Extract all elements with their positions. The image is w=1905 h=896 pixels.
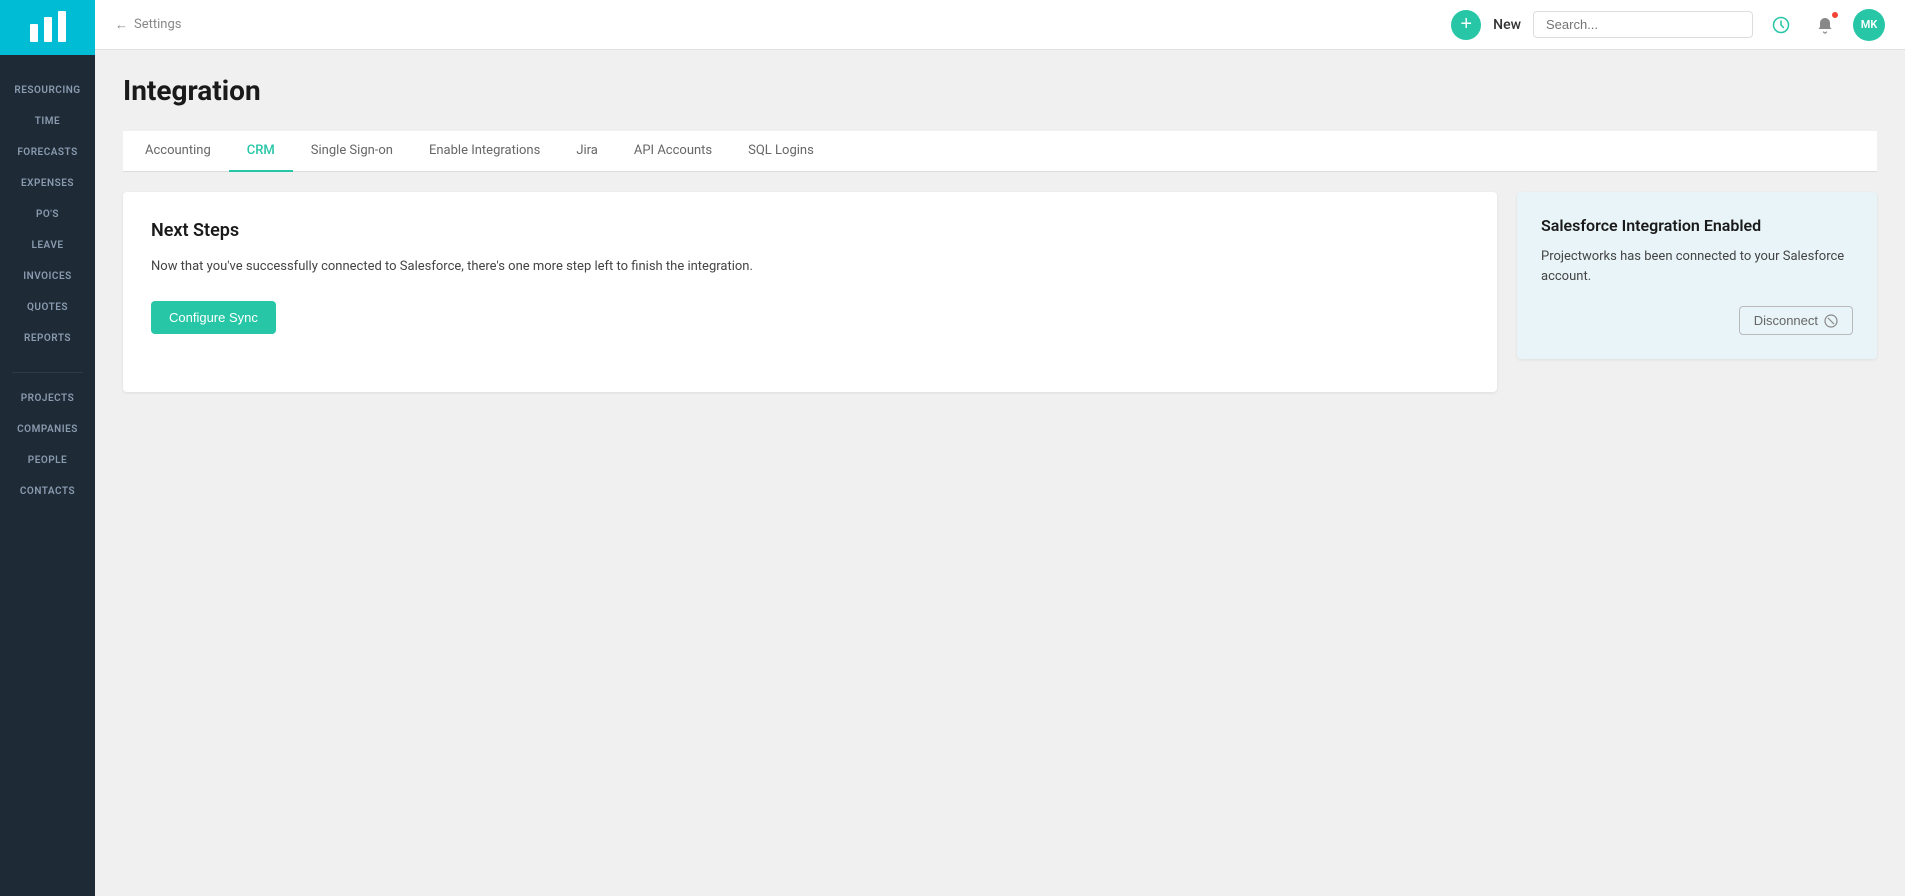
sidebar-item-reports[interactable]: REPORTS <box>0 323 95 354</box>
tab-api-accounts[interactable]: API Accounts <box>616 131 730 172</box>
page-title: Integration <box>123 74 1877 107</box>
sidebar: RESOURCING TIME FORECASTS EXPENSES PO'S … <box>0 0 95 896</box>
notification-dot <box>1831 11 1839 19</box>
main-area: ← Settings + New <box>95 0 1905 896</box>
tabs-bar: Accounting CRM Single Sign-on Enable Int… <box>123 131 1877 172</box>
tab-crm[interactable]: CRM <box>229 131 293 172</box>
side-card: Salesforce Integration Enabled Projectwo… <box>1517 192 1877 359</box>
side-card-description: Projectworks has been connected to your … <box>1541 247 1853 286</box>
tab-sso[interactable]: Single Sign-on <box>293 131 411 172</box>
avatar[interactable]: MK <box>1853 9 1885 41</box>
header-actions: + New MK <box>1451 9 1885 41</box>
back-link[interactable]: Settings <box>134 17 181 32</box>
breadcrumb: ← Settings <box>115 17 181 33</box>
tab-accounting[interactable]: Accounting <box>127 131 229 172</box>
sidebar-item-contacts[interactable]: CONTACTS <box>0 476 95 507</box>
clock-icon <box>1772 16 1790 34</box>
disconnect-label: Disconnect <box>1754 313 1818 328</box>
bell-icon <box>1816 16 1834 34</box>
sidebar-item-pos[interactable]: PO'S <box>0 199 95 230</box>
sidebar-item-quotes[interactable]: QUOTES <box>0 292 95 323</box>
back-arrow-icon: ← <box>115 17 128 33</box>
sidebar-section-top: RESOURCING TIME FORECASTS EXPENSES PO'S … <box>0 75 95 354</box>
sidebar-item-time[interactable]: TIME <box>0 106 95 137</box>
sidebar-item-resourcing[interactable]: RESOURCING <box>0 75 95 106</box>
sidebar-item-people[interactable]: PEOPLE <box>0 445 95 476</box>
main-card-title: Next Steps <box>151 220 1469 241</box>
sidebar-navigation: RESOURCING TIME FORECASTS EXPENSES PO'S … <box>0 75 95 515</box>
header: ← Settings + New <box>95 0 1905 50</box>
sidebar-item-leave[interactable]: LEAVE <box>0 230 95 261</box>
sidebar-item-projects[interactable]: PROJECTS <box>0 383 95 414</box>
sidebar-item-companies[interactable]: COMPANIES <box>0 414 95 445</box>
disconnect-row: Disconnect <box>1541 306 1853 335</box>
tab-jira[interactable]: Jira <box>558 131 616 172</box>
main-card-description: Now that you've successfully connected t… <box>151 257 1469 277</box>
main-card: Next Steps Now that you've successfully … <box>123 192 1497 392</box>
search-input[interactable] <box>1533 11 1753 38</box>
new-label[interactable]: New <box>1493 17 1521 33</box>
new-icon-button[interactable]: + <box>1451 10 1481 40</box>
notification-wrapper <box>1809 9 1841 41</box>
tab-enable-integrations[interactable]: Enable Integrations <box>411 131 558 172</box>
sidebar-divider <box>12 372 83 373</box>
disconnect-button[interactable]: Disconnect <box>1739 306 1853 335</box>
clock-icon-button[interactable] <box>1765 9 1797 41</box>
side-card-title: Salesforce Integration Enabled <box>1541 216 1853 235</box>
tab-sql-logins[interactable]: SQL Logins <box>730 131 832 172</box>
disconnect-icon <box>1824 314 1838 328</box>
configure-sync-button[interactable]: Configure Sync <box>151 301 276 334</box>
sidebar-item-forecasts[interactable]: FORECASTS <box>0 137 95 168</box>
cards-row: Next Steps Now that you've successfully … <box>123 192 1877 392</box>
sidebar-logo[interactable] <box>0 0 95 55</box>
sidebar-item-invoices[interactable]: INVOICES <box>0 261 95 292</box>
page-content: Integration Accounting CRM Single Sign-o… <box>95 50 1905 896</box>
sidebar-item-expenses[interactable]: EXPENSES <box>0 168 95 199</box>
sidebar-section-bottom: PROJECTS COMPANIES PEOPLE CONTACTS <box>0 383 95 507</box>
